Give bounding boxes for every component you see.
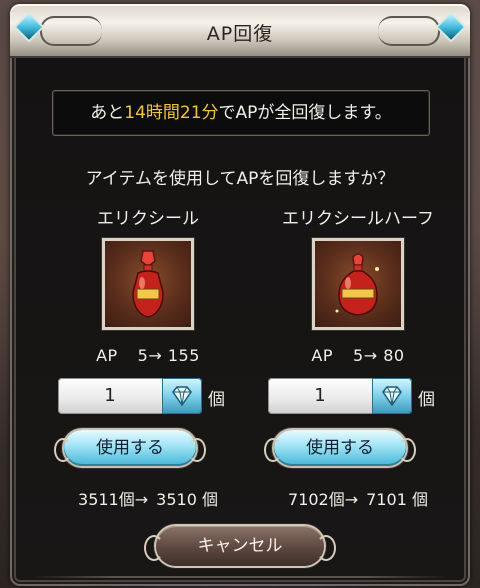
stock-before: 7102個→ <box>288 490 359 509</box>
quantity-select[interactable]: 1 <box>58 378 202 414</box>
stock-after: 3510 個 <box>156 490 218 509</box>
stock-before: 3511個→ <box>78 490 149 509</box>
ap-arrow: → <box>363 346 378 365</box>
quantity-dropdown-button[interactable] <box>372 378 412 414</box>
item-column-half-elixir: エリクシールハーフ AP 5→ 80 1 個 使用する 7102個→ 7101 … <box>264 204 448 510</box>
dialog-title-bar: AP回復 <box>10 4 470 58</box>
dialog-title: AP回復 <box>206 23 274 45</box>
message-prefix: あと <box>90 103 125 123</box>
ap-from: 5 <box>353 346 364 365</box>
quantity-unit: 個 <box>208 390 225 410</box>
use-item-question: アイテムを使用してAPを回復しますか？ <box>85 169 395 189</box>
message-suffix: でAPが全回復します。 <box>218 103 392 123</box>
ap-from: 5 <box>137 346 149 365</box>
stock-change: 3511個→ 3510 個 <box>58 486 238 510</box>
item-column-elixir: エリクシール AP 5→ 155 1 個 使用する 3511個→ 3510 個 <box>54 204 238 510</box>
quantity-dropdown-button[interactable] <box>162 378 202 414</box>
quantity-value: 1 <box>104 385 116 406</box>
stock-after: 7101 個 <box>366 490 428 509</box>
elixir-bottle-icon <box>102 238 194 330</box>
recovery-time-message: あと14時間21分でAPが全回復します。 <box>52 90 430 136</box>
bottom-ornament <box>30 576 450 578</box>
ap-change: AP 5→ 155 <box>58 346 238 366</box>
stock-change: 7102個→ 7101 個 <box>268 486 448 510</box>
item-name: エリクシールハーフ <box>282 209 434 229</box>
cancel-button[interactable]: キャンセル <box>144 526 336 566</box>
recovery-time: 14時間21分 <box>124 103 219 123</box>
use-elixir-button[interactable]: 使用する <box>54 430 206 466</box>
ap-label: AP <box>311 346 334 365</box>
ap-label: AP <box>96 346 118 365</box>
use-half-elixir-button[interactable]: 使用する <box>264 430 416 466</box>
quantity-row: 1 個 <box>268 378 448 416</box>
ap-recovery-dialog: AP回復 あと14時間21分でAPが全回復します。 アイテムを使用してAPを回復… <box>10 4 470 586</box>
item-name: エリクシール <box>97 209 199 229</box>
ap-to: 155 <box>167 346 200 365</box>
diamond-chevron-icon <box>382 386 402 406</box>
quantity-value: 1 <box>314 385 326 406</box>
quantity-select[interactable]: 1 <box>268 378 412 414</box>
diamond-chevron-icon <box>172 386 192 406</box>
ap-to: 80 <box>383 346 405 365</box>
quantity-row: 1 個 <box>58 378 238 416</box>
ap-change: AP 5→ 80 <box>268 346 448 366</box>
half-elixir-bottle-icon <box>312 238 404 330</box>
quantity-unit: 個 <box>418 390 435 410</box>
ap-arrow: → <box>148 346 163 365</box>
